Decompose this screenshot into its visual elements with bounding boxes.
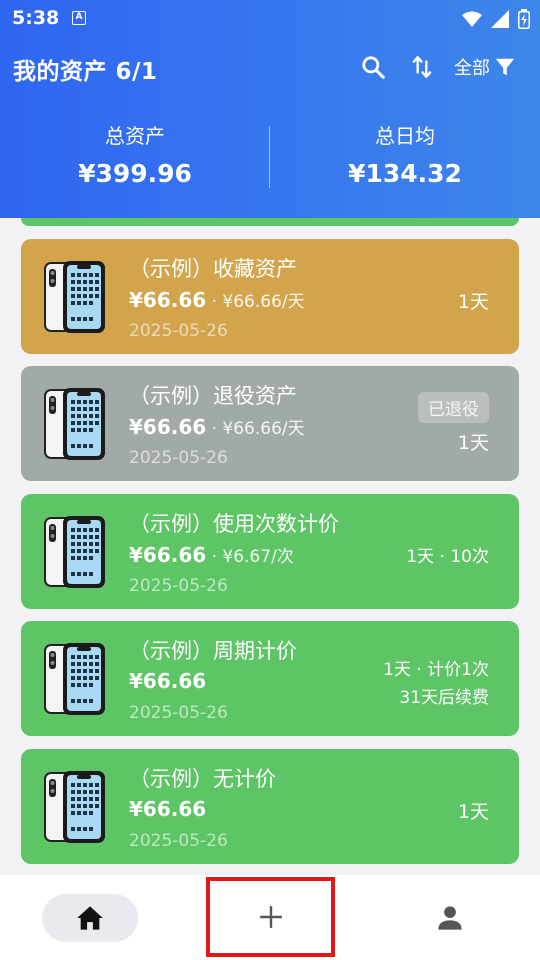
daily-average-value: ¥134.32: [348, 159, 462, 188]
previous-card-edge[interactable]: [21, 218, 519, 226]
nav-home-button[interactable]: [42, 894, 138, 942]
asset-duration: 1天: [457, 801, 489, 823]
asset-name: （示例）使用次数计价: [129, 512, 339, 536]
status-bar: 5:38 A: [0, 0, 540, 36]
header: 5:38 A 我的资产 6/1 全部 总资产 ¥399.96 总日均 ¥134.…: [0, 0, 540, 218]
wifi-icon: [461, 11, 482, 27]
home-icon: [77, 906, 103, 930]
asset-price-value: ¥66.66: [129, 669, 207, 693]
asset-price-value: ¥66.66: [129, 797, 207, 821]
asset-card[interactable]: （示例）无计价 ¥66.66 2025-05-26 1天: [21, 749, 519, 864]
search-icon: [362, 56, 385, 79]
total-assets-label: 总资产: [105, 124, 165, 148]
asset-card[interactable]: （示例）周期计价 ¥66.66 2025-05-26 1天 · 计价1次 31天…: [21, 621, 519, 736]
phone-thumbnail-icon: [44, 642, 106, 716]
asset-card[interactable]: （示例）使用次数计价 ¥66.66 · ¥6.67/次 2025-05-26 1…: [21, 494, 519, 609]
asset-date: 2025-05-26: [129, 321, 228, 341]
asset-duration: 1天 · 10次: [406, 547, 489, 567]
asset-price: ¥66.66 · ¥66.66/天: [129, 414, 305, 439]
asset-unit-price: · ¥6.67/次: [206, 547, 294, 567]
filter-label: 全部: [454, 58, 490, 79]
asset-price-value: ¥66.66: [129, 288, 207, 312]
asset-unit-price: · ¥66.66/天: [206, 292, 305, 312]
daily-average-label: 总日均: [375, 124, 435, 148]
asset-card[interactable]: （示例）退役资产 ¥66.66 · ¥66.66/天 2025-05-26 已退…: [21, 366, 519, 481]
nav-profile-button[interactable]: [420, 894, 480, 942]
asset-date: 2025-05-26: [129, 703, 228, 723]
asset-price: ¥66.66: [129, 797, 206, 821]
page-title: 我的资产 6/1: [13, 59, 158, 85]
total-assets-value: ¥399.96: [78, 159, 192, 188]
retired-badge: 已退役: [418, 392, 489, 423]
nav-add-button[interactable]: [206, 877, 335, 957]
asset-name: （示例）周期计价: [129, 639, 297, 663]
asset-list[interactable]: （示例）收藏资产 ¥66.66 · ¥66.66/天 2025-05-26 1天…: [0, 218, 540, 875]
status-icons: [458, 8, 530, 29]
daily-average-summary: 总日均 ¥134.32: [270, 120, 540, 188]
asset-unit-price: · ¥66.66/天: [206, 419, 305, 439]
asset-price-value: ¥66.66: [129, 543, 207, 567]
sort-button[interactable]: [407, 52, 437, 82]
asset-price-value: ¥66.66: [129, 415, 207, 439]
filter-button[interactable]: 全部: [454, 52, 516, 82]
phone-thumbnail-icon: [44, 515, 106, 589]
asset-date: 2025-05-26: [129, 448, 228, 468]
sort-arrows-icon: [412, 56, 432, 78]
status-time: 5:38: [12, 7, 60, 29]
asset-price: ¥66.66: [129, 669, 206, 693]
asset-date: 2025-05-26: [129, 831, 228, 851]
asset-card[interactable]: （示例）收藏资产 ¥66.66 · ¥66.66/天 2025-05-26 1天: [21, 239, 519, 354]
funnel-icon: [495, 58, 515, 76]
asset-name: （示例）收藏资产: [129, 257, 297, 281]
asset-price: ¥66.66 · ¥6.67/次: [129, 542, 294, 567]
app-notification-icon: A: [72, 11, 86, 25]
asset-renewal: 31天后续费: [399, 688, 489, 708]
signal-icon: [490, 9, 509, 28]
person-icon: [438, 906, 462, 930]
search-button[interactable]: [358, 52, 388, 82]
asset-name: （示例）无计价: [129, 767, 276, 791]
plus-icon: [259, 906, 282, 928]
asset-duration: 1天 · 计价1次: [383, 660, 489, 680]
asset-date: 2025-05-26: [129, 576, 228, 596]
asset-duration: 1天: [457, 291, 489, 313]
asset-duration: 1天: [457, 432, 489, 454]
asset-name: （示例）退役资产: [129, 384, 297, 408]
asset-price: ¥66.66 · ¥66.66/天: [129, 287, 305, 312]
battery-icon: [518, 8, 530, 29]
phone-thumbnail-icon: [44, 387, 106, 461]
bottom-navigation: [0, 875, 540, 960]
total-assets-summary: 总资产 ¥399.96: [0, 120, 270, 188]
phone-thumbnail-icon: [44, 260, 106, 334]
phone-thumbnail-icon: [44, 770, 106, 844]
